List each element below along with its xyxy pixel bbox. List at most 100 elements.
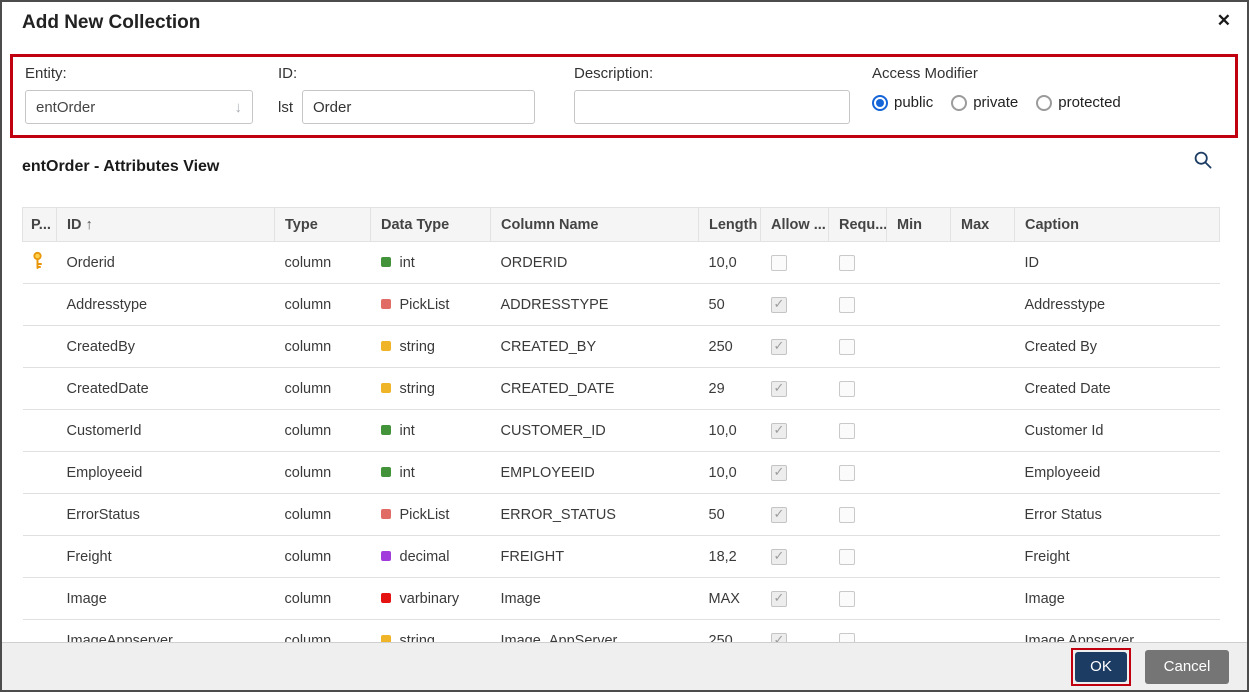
column-header-type[interactable]: Type	[274, 207, 371, 242]
form-highlight-box: Entity: entOrder ↓ ID: lst Description: …	[10, 54, 1238, 138]
cell-primary-key	[22, 493, 57, 536]
cell-required	[828, 283, 887, 326]
column-header-p[interactable]: P...	[22, 207, 57, 242]
cell-required	[828, 451, 887, 494]
entity-select[interactable]: entOrder ↓	[25, 90, 253, 124]
cell-length: 29	[698, 367, 761, 410]
column-header-columnname[interactable]: Column Name	[490, 207, 699, 242]
radio-option-protected[interactable]: protected	[1036, 94, 1121, 111]
column-header-max[interactable]: Max	[950, 207, 1015, 242]
column-header-min[interactable]: Min	[886, 207, 951, 242]
dropdown-arrow-icon: ↓	[234, 98, 243, 116]
cell-data-type: int	[370, 241, 491, 284]
column-header-id[interactable]: ID ↑	[56, 207, 275, 242]
data-type-color-icon	[380, 508, 391, 519]
table-row[interactable]: Orderid column int ORDERID 10,0 ID	[22, 241, 1220, 284]
cell-type: column	[274, 619, 371, 642]
radio-label: protected	[1058, 94, 1121, 111]
description-input[interactable]	[574, 90, 850, 124]
required-checkbox[interactable]	[838, 548, 855, 565]
allow-checkbox[interactable]	[770, 422, 787, 439]
cell-max	[950, 493, 1015, 536]
required-checkbox[interactable]	[838, 464, 855, 481]
required-checkbox[interactable]	[838, 590, 855, 607]
close-icon[interactable]: ✕	[1217, 12, 1231, 29]
data-type-label: int	[399, 464, 415, 481]
entity-select-value: entOrder	[36, 98, 96, 116]
allow-checkbox[interactable]	[770, 464, 787, 481]
required-checkbox[interactable]	[838, 380, 855, 397]
attributes-view-title: entOrder - Attributes View	[22, 158, 220, 175]
cell-type: column	[274, 283, 371, 326]
cell-column-name: CUSTOMER_ID	[490, 409, 699, 452]
cell-min	[886, 283, 951, 326]
allow-checkbox[interactable]	[770, 506, 787, 523]
cell-type: column	[274, 493, 371, 536]
cell-required	[828, 241, 887, 284]
data-type-color-icon	[380, 466, 391, 477]
required-checkbox[interactable]	[838, 422, 855, 439]
cell-primary-key	[22, 409, 57, 452]
radio-circle-icon	[951, 94, 968, 111]
required-checkbox[interactable]	[838, 506, 855, 523]
ok-button[interactable]: OK	[1075, 651, 1127, 682]
cell-id: ErrorStatus	[56, 493, 275, 536]
allow-checkbox[interactable]	[770, 632, 787, 642]
allow-checkbox[interactable]	[770, 590, 787, 607]
search-icon[interactable]	[1193, 150, 1213, 170]
cell-allow	[760, 535, 829, 578]
cell-data-type: int	[370, 451, 491, 494]
id-label: ID:	[278, 65, 298, 82]
allow-checkbox[interactable]	[770, 548, 787, 565]
cell-length: 10,0	[698, 241, 761, 284]
cancel-button[interactable]: Cancel	[1145, 649, 1229, 684]
table-row[interactable]: ImageAppserver column string Image_AppServe…	[22, 619, 1220, 642]
cell-allow	[760, 409, 829, 452]
table-row[interactable]: AddresstypecolumnPickListADDRESSTYPE50Ad…	[22, 283, 1220, 326]
table-row[interactable]: ImagecolumnvarbinaryImageMAXImage	[22, 577, 1220, 620]
required-checkbox[interactable]	[838, 254, 855, 271]
table-row[interactable]: FreightcolumndecimalFREIGHT18,2Freight	[22, 535, 1220, 578]
access-modifier-options: public private protected	[872, 94, 1121, 111]
data-type-color-icon	[380, 298, 391, 309]
table-row[interactable]: CustomerIdcolumn int CUSTOMER_ID10,0 Custom…	[22, 409, 1220, 452]
column-header-datatype[interactable]: Data Type	[370, 207, 491, 242]
required-checkbox[interactable]	[838, 632, 855, 642]
allow-checkbox[interactable]	[770, 380, 787, 397]
required-checkbox[interactable]	[838, 296, 855, 313]
column-header-length[interactable]: Length	[698, 207, 761, 242]
cell-max	[950, 325, 1015, 368]
cell-required	[828, 577, 887, 620]
description-field-group: Description:	[574, 65, 850, 124]
column-header-allow[interactable]: Allow ...	[760, 207, 829, 242]
table-row[interactable]: CreatedDatecolumn string CREATED_DATE29 Cre…	[22, 367, 1220, 410]
allow-checkbox[interactable]	[770, 254, 787, 271]
cell-min	[886, 619, 951, 642]
required-checkbox[interactable]	[838, 338, 855, 355]
data-type-label: int	[399, 422, 415, 439]
column-header-caption[interactable]: Caption	[1014, 207, 1220, 242]
cell-column-name: FREIGHT	[490, 535, 699, 578]
radio-circle-icon	[872, 94, 888, 111]
primary-key-icon	[32, 251, 42, 269]
cell-max	[950, 367, 1015, 410]
cell-caption: Freight	[1014, 535, 1220, 578]
allow-checkbox[interactable]	[770, 296, 787, 313]
access-modifier-label: Access Modifier	[872, 65, 978, 82]
cell-type: column	[274, 535, 371, 578]
cell-max	[950, 451, 1015, 494]
id-input[interactable]	[302, 90, 535, 124]
cell-primary-key	[22, 325, 57, 368]
table-row[interactable]: EmployeeidcolumnintEMPLOYEEID10,0Employe…	[22, 451, 1220, 494]
allow-checkbox[interactable]	[770, 338, 787, 355]
data-type-label: PickList	[399, 506, 450, 523]
cell-caption: Image Appserver	[1014, 619, 1220, 642]
cell-min	[886, 535, 951, 578]
table-row[interactable]: CreatedBycolumn string CREATED_BY250 Create…	[22, 325, 1220, 368]
radio-option-public[interactable]: public	[872, 94, 933, 111]
column-header-requ[interactable]: Requ...	[828, 207, 887, 242]
table-row[interactable]: ErrorStatuscolumn PickList ERROR_STATUS50 E…	[22, 493, 1220, 536]
radio-option-private[interactable]: private	[951, 94, 1018, 111]
cell-length: 50	[698, 283, 761, 326]
data-type-color-icon	[380, 550, 391, 561]
